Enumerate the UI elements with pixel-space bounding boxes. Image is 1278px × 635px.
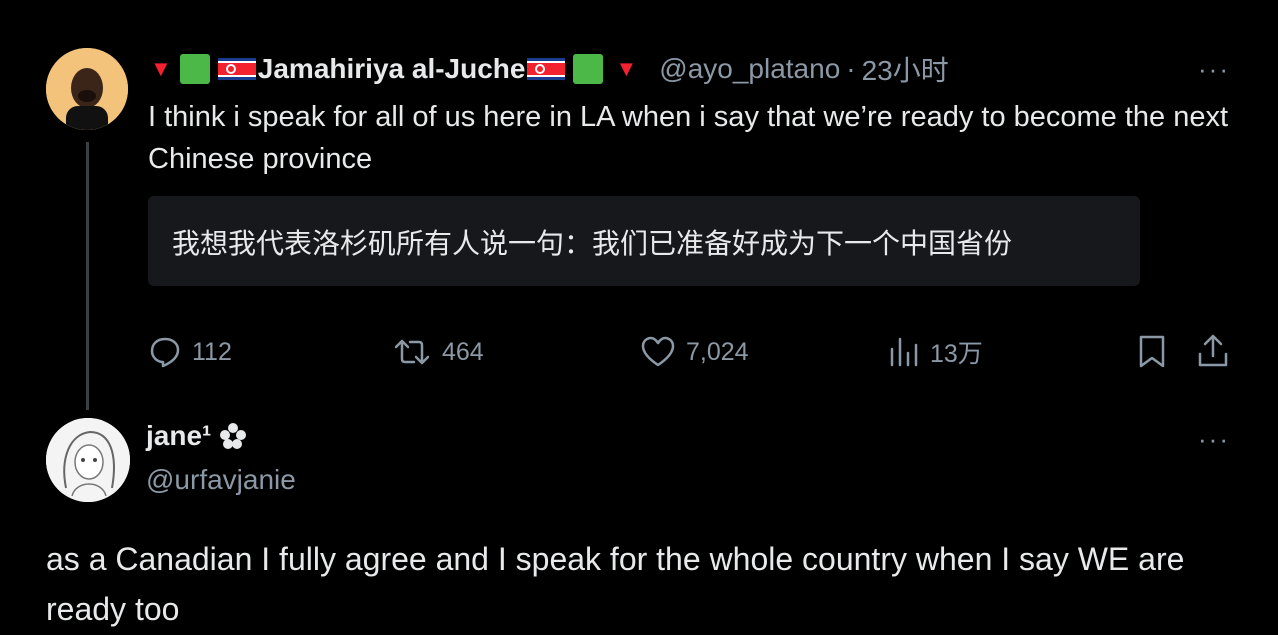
triangle-icon: ▼ [150, 56, 172, 81]
heart-icon [641, 336, 675, 367]
share-icon [1198, 334, 1228, 367]
avatar[interactable] [46, 48, 128, 130]
reply-display-name[interactable]: jane¹ [146, 420, 211, 452]
clover-icon [220, 423, 247, 449]
analytics-icon [890, 337, 918, 367]
bookmark-button[interactable] [1136, 334, 1168, 370]
retweet-count: 464 [442, 337, 484, 366]
tweet-text: I think i speak for all of us here in LA… [148, 101, 1229, 175]
translation-text: 我想我代表洛杉矶所有人说一句：我们已准备好成为下一个中国省份 [172, 227, 1013, 260]
more-options-icon[interactable]: ··· [1198, 54, 1230, 85]
author-handle[interactable]: @ayo_platano [659, 53, 840, 85]
green-square-icon [573, 54, 604, 84]
translation-box: 我想我代表洛杉矶所有人说一句：我们已准备好成为下一个中国省份 [148, 196, 1140, 286]
green-square-icon [179, 54, 210, 84]
thread-connector [86, 142, 89, 410]
like-button[interactable]: 7,024 [640, 332, 749, 372]
flag-icon [527, 58, 566, 80]
separator-dot: · [846, 53, 856, 84]
reply-button[interactable]: 112 [148, 332, 232, 372]
flag-icon [217, 58, 256, 80]
reply-avatar[interactable] [46, 418, 130, 502]
author-display-name[interactable]: Jamahiriya al-Juche [258, 53, 526, 85]
retweet-icon [394, 339, 430, 365]
tweet-timestamp[interactable]: 23小时 [862, 49, 949, 89]
tweet-header: ▼ Jamahiriya al-Juche ▼ @ayo_platano · 2… [150, 50, 949, 88]
bookmark-icon [1139, 335, 1165, 368]
reply-author-name[interactable]: jane¹ [146, 420, 249, 452]
reply-handle[interactable]: @urfavjanie [146, 464, 296, 496]
share-button[interactable] [1196, 332, 1230, 370]
views-button[interactable]: 13万 [888, 332, 983, 372]
retweet-button[interactable]: 464 [392, 332, 484, 372]
more-options-icon[interactable]: ··· [1198, 424, 1230, 455]
like-count: 7,024 [686, 337, 749, 366]
reply-text: as a Canadian I fully agree and I speak … [46, 541, 1185, 627]
reply-count: 112 [192, 337, 232, 366]
triangle-icon: ▼ [615, 56, 638, 81]
reply-icon [150, 337, 180, 368]
view-count: 13万 [930, 340, 983, 368]
